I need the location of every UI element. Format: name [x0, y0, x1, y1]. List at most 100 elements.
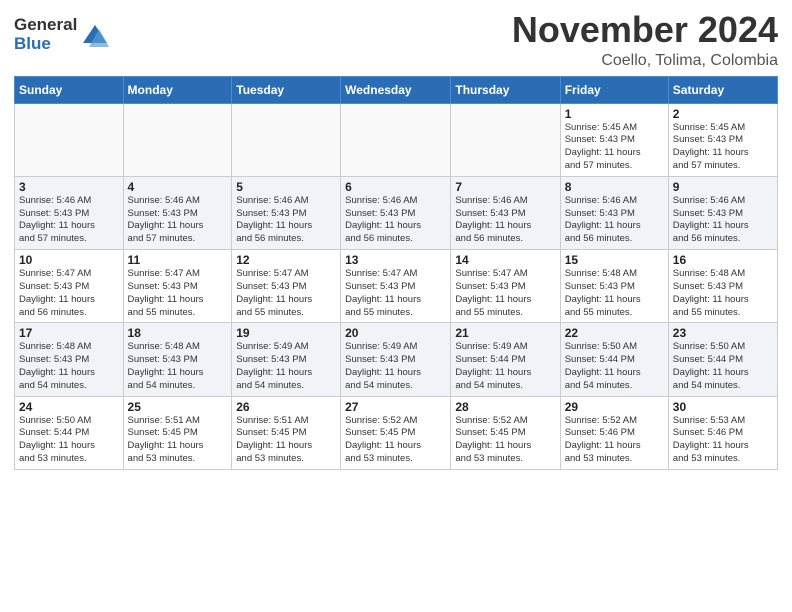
weekday-header: Wednesday — [341, 76, 451, 103]
logo: General Blue — [14, 16, 109, 53]
logo-icon — [81, 21, 109, 49]
calendar-week-row: 1Sunrise: 5:45 AM Sunset: 5:43 PM Daylig… — [15, 103, 778, 176]
calendar-cell: 1Sunrise: 5:45 AM Sunset: 5:43 PM Daylig… — [560, 103, 668, 176]
day-number: 19 — [236, 326, 336, 340]
calendar-cell — [341, 103, 451, 176]
day-number: 27 — [345, 400, 446, 414]
calendar-week-row: 10 Sunrise: 5:47 AM Sunset: 5:43 PM Dayli… — [15, 250, 778, 323]
calendar-table: SundayMondayTuesdayWednesdayThursdayFrid… — [14, 76, 778, 470]
day-info: Sunrise: 5:48 AM Sunset: 5:43 PM Dayligh… — [673, 268, 773, 319]
weekday-header: Friday — [560, 76, 668, 103]
day-info: Sunrise: 5:45 AM Sunset: 5:43 PM Dayligh… — [673, 122, 773, 173]
day-number: 7 — [455, 180, 555, 194]
calendar-week-row: 17 Sunrise: 5:48 AM Sunset: 5:43 PM Dayli… — [15, 323, 778, 396]
day-number: 28 — [455, 400, 555, 414]
calendar-cell: 19Sunrise: 5:49 AM Sunset: 5:43 PM Dayli… — [232, 323, 341, 396]
weekday-header: Saturday — [668, 76, 777, 103]
day-number: 18 — [128, 326, 228, 340]
day-number: 29 — [565, 400, 664, 414]
day-number: 9 — [673, 180, 773, 194]
day-number: 10 — [19, 253, 119, 267]
calendar-cell: 24Sunrise: 5:50 AM Sunset: 5:44 PM Dayli… — [15, 396, 124, 469]
day-info: Sunrise: 5:46 AM Sunset: 5:43 PM Dayligh… — [673, 195, 773, 246]
calendar-cell — [123, 103, 232, 176]
calendar-cell — [232, 103, 341, 176]
day-info: Sunrise: 5:47 AM Sunset: 5:43 PM Dayligh… — [345, 268, 446, 319]
day-info: Sunrise: 5:46 AM Sunset: 5:43 PM Dayligh… — [128, 195, 228, 246]
calendar-cell: 17Sunrise: 5:48 AM Sunset: 5:43 PM Dayli… — [15, 323, 124, 396]
calendar-cell: 29Sunrise: 5:52 AM Sunset: 5:46 PM Dayli… — [560, 396, 668, 469]
day-number: 15 — [565, 253, 664, 267]
calendar-cell: 11Sunrise: 5:47 AM Sunset: 5:43 PM Dayli… — [123, 250, 232, 323]
calendar-cell: 20Sunrise: 5:49 AM Sunset: 5:43 PM Dayli… — [341, 323, 451, 396]
day-number: 4 — [128, 180, 228, 194]
calendar-cell: 2Sunrise: 5:45 AM Sunset: 5:43 PM Daylig… — [668, 103, 777, 176]
weekday-header: Sunday — [15, 76, 124, 103]
calendar-cell: 12Sunrise: 5:47 AM Sunset: 5:43 PM Dayli… — [232, 250, 341, 323]
day-number: 21 — [455, 326, 555, 340]
day-info: Sunrise: 5:50 AM Sunset: 5:44 PM Dayligh… — [673, 341, 773, 392]
weekday-header: Monday — [123, 76, 232, 103]
calendar-cell: 18Sunrise: 5:48 AM Sunset: 5:43 PM Dayli… — [123, 323, 232, 396]
calendar-cell: 5Sunrise: 5:46 AM Sunset: 5:43 PM Daylig… — [232, 176, 341, 249]
day-info: Sunrise: 5:48 AM Sunset: 5:43 PM Dayligh… — [565, 268, 664, 319]
calendar-cell: 8Sunrise: 5:46 AM Sunset: 5:43 PM Daylig… — [560, 176, 668, 249]
day-info: Sunrise: 5:46 AM Sunset: 5:43 PM Dayligh… — [19, 195, 119, 246]
calendar-cell: 14Sunrise: 5:47 AM Sunset: 5:43 PM Dayli… — [451, 250, 560, 323]
day-number: 22 — [565, 326, 664, 340]
calendar-cell: 21Sunrise: 5:49 AM Sunset: 5:44 PM Dayli… — [451, 323, 560, 396]
day-info: Sunrise: 5:48 AM Sunset: 5:43 PM Dayligh… — [128, 341, 228, 392]
day-info: Sunrise: 5:45 AM Sunset: 5:43 PM Dayligh… — [565, 122, 664, 173]
day-info: Sunrise: 5:52 AM Sunset: 5:45 PM Dayligh… — [455, 415, 555, 466]
day-number: 12 — [236, 253, 336, 267]
day-number: 6 — [345, 180, 446, 194]
title-block: November 2024 Coello, Tolima, Colombia — [512, 10, 778, 70]
calendar-cell: 4Sunrise: 5:46 AM Sunset: 5:43 PM Daylig… — [123, 176, 232, 249]
day-info: Sunrise: 5:49 AM Sunset: 5:44 PM Dayligh… — [455, 341, 555, 392]
weekday-header: Tuesday — [232, 76, 341, 103]
day-info: Sunrise: 5:51 AM Sunset: 5:45 PM Dayligh… — [128, 415, 228, 466]
day-number: 20 — [345, 326, 446, 340]
day-number: 25 — [128, 400, 228, 414]
day-number: 26 — [236, 400, 336, 414]
day-info: Sunrise: 5:49 AM Sunset: 5:43 PM Dayligh… — [345, 341, 446, 392]
calendar-cell: 26Sunrise: 5:51 AM Sunset: 5:45 PM Dayli… — [232, 396, 341, 469]
day-number: 13 — [345, 253, 446, 267]
location: Coello, Tolima, Colombia — [512, 52, 778, 70]
calendar-cell: 22Sunrise: 5:50 AM Sunset: 5:44 PM Dayli… — [560, 323, 668, 396]
logo-general-text: General — [14, 16, 77, 35]
calendar-cell: 3Sunrise: 5:46 AM Sunset: 5:43 PM Daylig… — [15, 176, 124, 249]
calendar-cell — [451, 103, 560, 176]
day-info: Sunrise: 5:51 AM Sunset: 5:45 PM Dayligh… — [236, 415, 336, 466]
day-info: Sunrise: 5:46 AM Sunset: 5:43 PM Dayligh… — [345, 195, 446, 246]
day-number: 30 — [673, 400, 773, 414]
day-number: 17 — [19, 326, 119, 340]
calendar-cell: 23Sunrise: 5:50 AM Sunset: 5:44 PM Dayli… — [668, 323, 777, 396]
logo-blue-text: Blue — [14, 35, 77, 54]
calendar-cell: 7Sunrise: 5:46 AM Sunset: 5:43 PM Daylig… — [451, 176, 560, 249]
day-number: 24 — [19, 400, 119, 414]
day-info: Sunrise: 5:50 AM Sunset: 5:44 PM Dayligh… — [19, 415, 119, 466]
day-info: Sunrise: 5:49 AM Sunset: 5:43 PM Dayligh… — [236, 341, 336, 392]
day-info: Sunrise: 5:47 AM Sunset: 5:43 PM Dayligh… — [128, 268, 228, 319]
day-number: 23 — [673, 326, 773, 340]
calendar-cell: 13Sunrise: 5:47 AM Sunset: 5:43 PM Dayli… — [341, 250, 451, 323]
day-number: 2 — [673, 107, 773, 121]
calendar-cell: 6Sunrise: 5:46 AM Sunset: 5:43 PM Daylig… — [341, 176, 451, 249]
day-info: Sunrise: 5:47 AM Sunset: 5:43 PM Dayligh… — [236, 268, 336, 319]
calendar-week-row: 3Sunrise: 5:46 AM Sunset: 5:43 PM Daylig… — [15, 176, 778, 249]
calendar-cell: 9Sunrise: 5:46 AM Sunset: 5:43 PM Daylig… — [668, 176, 777, 249]
calendar-cell: 15Sunrise: 5:48 AM Sunset: 5:43 PM Dayli… — [560, 250, 668, 323]
day-info: Sunrise: 5:46 AM Sunset: 5:43 PM Dayligh… — [236, 195, 336, 246]
calendar-cell: 16Sunrise: 5:48 AM Sunset: 5:43 PM Dayli… — [668, 250, 777, 323]
day-number: 1 — [565, 107, 664, 121]
weekday-header: Thursday — [451, 76, 560, 103]
calendar-cell: 27Sunrise: 5:52 AM Sunset: 5:45 PM Dayli… — [341, 396, 451, 469]
calendar-cell: 10Sunrise: 5:47 AM Sunset: 5:43 PM Dayli… — [15, 250, 124, 323]
day-info: Sunrise: 5:52 AM Sunset: 5:45 PM Dayligh… — [345, 415, 446, 466]
day-number: 11 — [128, 253, 228, 267]
calendar-cell: 30Sunrise: 5:53 AM Sunset: 5:46 PM Dayli… — [668, 396, 777, 469]
calendar-cell: 25Sunrise: 5:51 AM Sunset: 5:45 PM Dayli… — [123, 396, 232, 469]
day-number: 8 — [565, 180, 664, 194]
day-info: Sunrise: 5:52 AM Sunset: 5:46 PM Dayligh… — [565, 415, 664, 466]
